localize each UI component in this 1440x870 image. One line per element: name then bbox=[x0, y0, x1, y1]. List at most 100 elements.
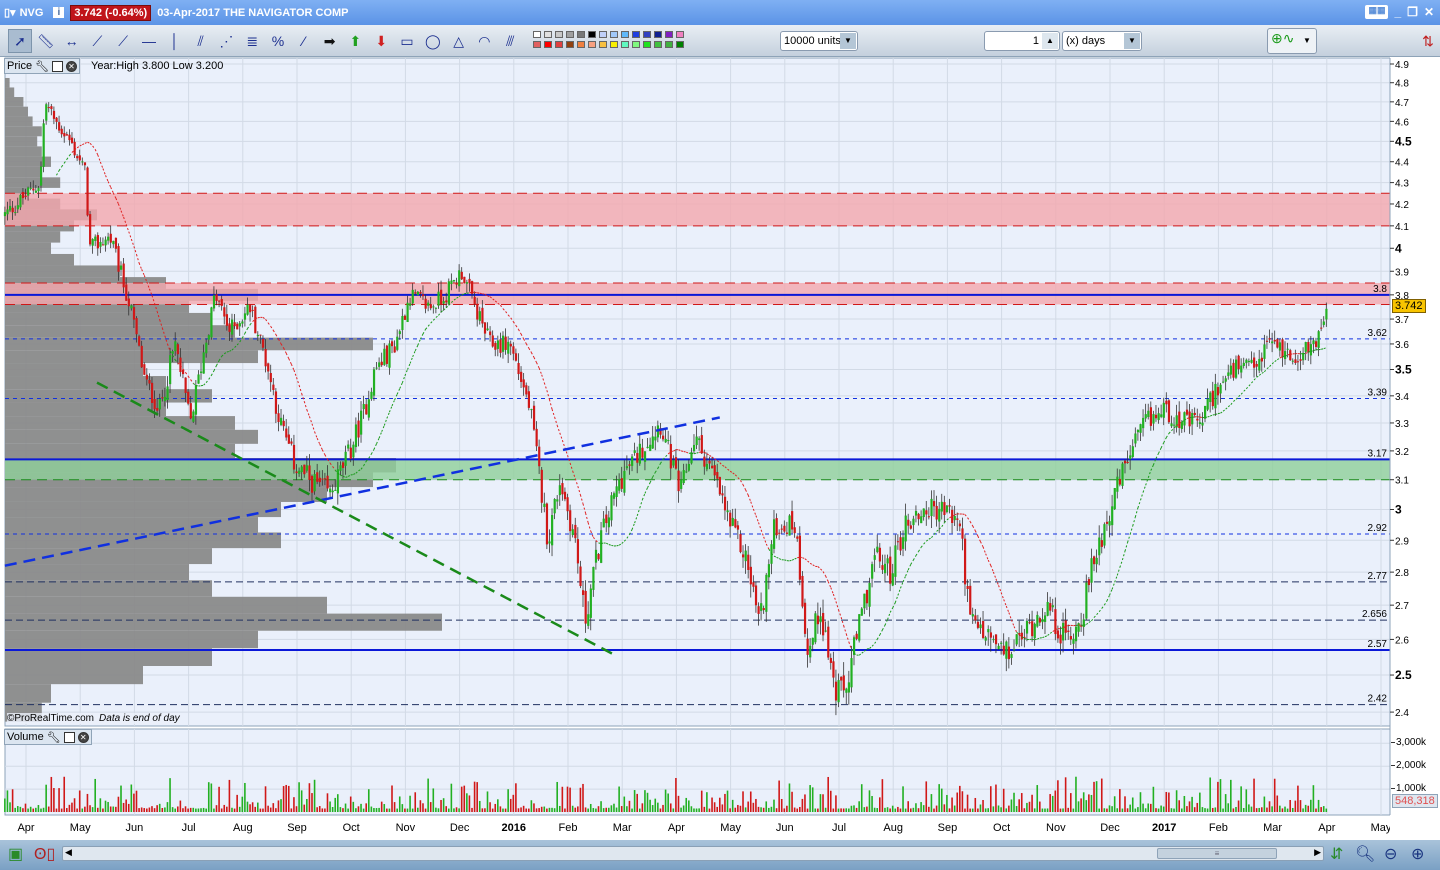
volume-bar bbox=[1175, 790, 1178, 812]
volume-bar bbox=[517, 808, 520, 812]
volume-profile-bar bbox=[5, 416, 235, 430]
volume-bar bbox=[909, 808, 912, 812]
candle-body bbox=[1173, 424, 1176, 426]
candle-body bbox=[476, 303, 479, 320]
wrench-icon[interactable]: 🔧︎ bbox=[35, 60, 49, 73]
candle-body bbox=[1183, 412, 1186, 426]
volume-bar bbox=[822, 794, 824, 812]
zoom-fit-icon[interactable]: 🔍︎ bbox=[1355, 844, 1375, 864]
candle-body bbox=[163, 396, 167, 402]
volume-bar bbox=[63, 776, 66, 812]
candle-body bbox=[1216, 387, 1220, 396]
volume-bar bbox=[115, 806, 117, 812]
month-label: Mar bbox=[1263, 822, 1282, 834]
candle-body bbox=[1147, 410, 1150, 418]
chart-area[interactable]: Apr May Jun Jul Aug Sep Oct Nov Dec 2016 Feb Mar Apr… bbox=[0, 0, 1440, 840]
volume-tick-label: 3,000k bbox=[1391, 737, 1426, 749]
volume-bar bbox=[200, 808, 202, 812]
volume-bar bbox=[749, 791, 752, 812]
candle-body bbox=[649, 444, 652, 451]
volume-bar bbox=[215, 805, 218, 812]
close-icon[interactable]: ✕ bbox=[66, 60, 78, 72]
volume-bar bbox=[907, 801, 909, 812]
candle-body bbox=[179, 357, 182, 372]
zoom-in-icon[interactable]: ⊕ bbox=[1411, 844, 1424, 864]
chart-image-icon[interactable]: ▣ bbox=[8, 844, 23, 864]
candle-body bbox=[646, 446, 649, 449]
volume-bar bbox=[386, 808, 388, 812]
candle-body bbox=[499, 339, 502, 353]
indicators-icon[interactable]: ʘ▯ bbox=[34, 844, 55, 864]
volume-bar bbox=[373, 808, 375, 812]
volume-bar bbox=[383, 804, 386, 812]
zoom-out-icon[interactable]: ⊖ bbox=[1384, 844, 1397, 864]
volume-bar bbox=[287, 785, 290, 812]
candle-body bbox=[32, 188, 35, 191]
volume-bar bbox=[1297, 785, 1299, 812]
candle-body bbox=[1142, 417, 1145, 429]
candle-body bbox=[267, 363, 270, 372]
volume-bar bbox=[509, 798, 512, 812]
candle-body bbox=[1237, 355, 1240, 370]
volume-bar bbox=[1082, 792, 1085, 812]
candle-body bbox=[197, 374, 200, 384]
volume-bar bbox=[739, 805, 742, 812]
volume-bar bbox=[86, 793, 89, 812]
volume-bar bbox=[89, 805, 91, 812]
volume-bar bbox=[837, 808, 840, 812]
candle-body bbox=[341, 462, 345, 468]
volume-bar bbox=[166, 802, 169, 812]
candle-body bbox=[202, 352, 205, 374]
close-icon[interactable]: ✕ bbox=[77, 731, 89, 743]
volume-bar bbox=[71, 802, 73, 812]
scroll-left-icon[interactable]: ◀ bbox=[65, 847, 72, 858]
volume-profile-bar bbox=[5, 242, 51, 254]
candle-body bbox=[925, 510, 928, 515]
maximize-icon[interactable] bbox=[63, 731, 75, 743]
volume-bar bbox=[587, 808, 589, 812]
candle-body bbox=[300, 466, 303, 473]
candle-body bbox=[785, 532, 789, 534]
candle-body bbox=[667, 440, 670, 442]
volume-bar bbox=[375, 808, 378, 812]
volume-bar bbox=[677, 795, 680, 812]
volume-bar bbox=[344, 803, 347, 812]
scroll-right-icon[interactable]: ▶ bbox=[1314, 847, 1321, 858]
candle-body bbox=[948, 505, 951, 507]
volume-bar bbox=[1325, 808, 1328, 812]
price-tick-label: 2.7 bbox=[1395, 601, 1409, 612]
volume-bar bbox=[187, 808, 189, 812]
volume-bar bbox=[380, 801, 383, 812]
candle-body bbox=[205, 342, 208, 354]
candle-body bbox=[940, 501, 943, 512]
candle-body bbox=[298, 470, 301, 474]
candle-body bbox=[357, 420, 360, 438]
maximize-icon[interactable] bbox=[52, 60, 64, 72]
volume-bar bbox=[107, 801, 109, 812]
scroll-thumb[interactable]: ≡ bbox=[1157, 848, 1277, 859]
auto-scale-icon[interactable]: ⇵ bbox=[1330, 844, 1343, 864]
volume-bar bbox=[1258, 807, 1261, 812]
volume-profile-bar bbox=[5, 501, 281, 518]
horizontal-scrollbar[interactable]: ◀ ≡ ▶ bbox=[62, 846, 1324, 861]
volume-bar bbox=[1206, 808, 1209, 812]
candle-body bbox=[1087, 579, 1091, 586]
volume-bar bbox=[91, 807, 94, 812]
candle-body bbox=[349, 447, 352, 459]
candle-body bbox=[625, 466, 629, 469]
volume-bar bbox=[577, 806, 579, 812]
candle-body bbox=[876, 546, 879, 553]
candle-body bbox=[677, 470, 680, 492]
candle-body bbox=[669, 443, 672, 469]
volume-bar bbox=[280, 799, 282, 812]
candle-body bbox=[1271, 341, 1274, 344]
volume-bar bbox=[566, 786, 569, 812]
candle-body bbox=[757, 606, 760, 614]
wrench-icon[interactable]: 🔧︎ bbox=[47, 731, 61, 744]
candle-body bbox=[687, 463, 691, 471]
candle-body bbox=[78, 155, 81, 161]
candle-body bbox=[587, 614, 590, 626]
candle-body bbox=[416, 291, 420, 296]
volume-bar bbox=[42, 807, 45, 812]
volume-bar bbox=[553, 808, 556, 812]
